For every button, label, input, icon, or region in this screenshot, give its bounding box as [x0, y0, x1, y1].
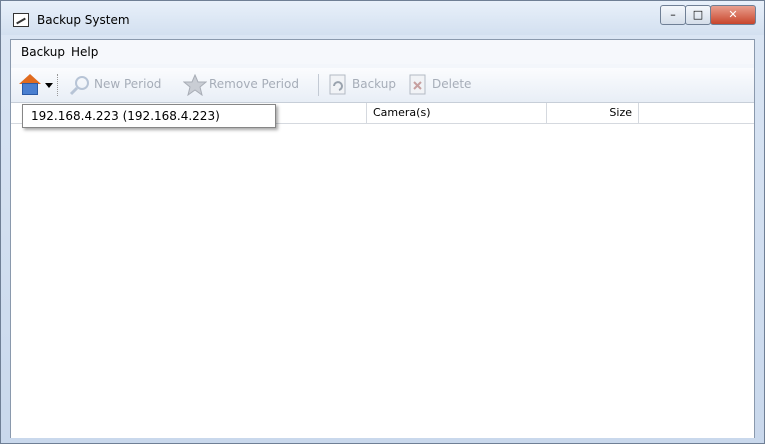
- column-header-cameras[interactable]: Camera(s): [367, 103, 547, 123]
- star-icon: [183, 74, 207, 96]
- toolbar-grip[interactable]: [57, 74, 61, 96]
- backup-button[interactable]: Backup: [352, 77, 396, 95]
- close-button[interactable]: ✕: [710, 5, 756, 25]
- menu-bar: Backup Help: [11, 40, 754, 64]
- title-bar[interactable]: Backup System – □ ✕: [1, 1, 764, 35]
- backup-icon: [329, 74, 346, 95]
- window-title: Backup System: [37, 13, 130, 27]
- column-header-size[interactable]: Size: [547, 103, 639, 123]
- magnifier-icon: [69, 76, 89, 96]
- chevron-down-icon[interactable]: [45, 83, 53, 88]
- menu-help[interactable]: Help: [71, 45, 98, 59]
- maximize-button[interactable]: □: [685, 5, 711, 25]
- delete-button[interactable]: Delete: [432, 77, 471, 95]
- backup-list[interactable]: Camera(s) Size: [11, 102, 754, 438]
- menu-backup[interactable]: Backup: [21, 45, 65, 59]
- client-area: Backup Help New Period Remove Period Bac…: [10, 39, 755, 438]
- server-dropdown-menu: 192.168.4.223 (192.168.4.223): [22, 104, 276, 128]
- toolbar: New Period Remove Period Backup Delete: [11, 68, 754, 102]
- home-icon[interactable]: [19, 74, 41, 96]
- app-window: Backup System – □ ✕ Backup Help New Peri…: [0, 0, 765, 444]
- server-menu-item[interactable]: 192.168.4.223 (192.168.4.223): [31, 109, 220, 123]
- delete-icon: [409, 74, 426, 95]
- new-period-button[interactable]: New Period: [94, 77, 161, 95]
- minimize-button[interactable]: –: [660, 5, 686, 25]
- app-icon: [13, 13, 29, 27]
- remove-period-button[interactable]: Remove Period: [209, 77, 299, 95]
- column-header-extra[interactable]: [639, 103, 754, 123]
- toolbar-separator: [318, 74, 319, 96]
